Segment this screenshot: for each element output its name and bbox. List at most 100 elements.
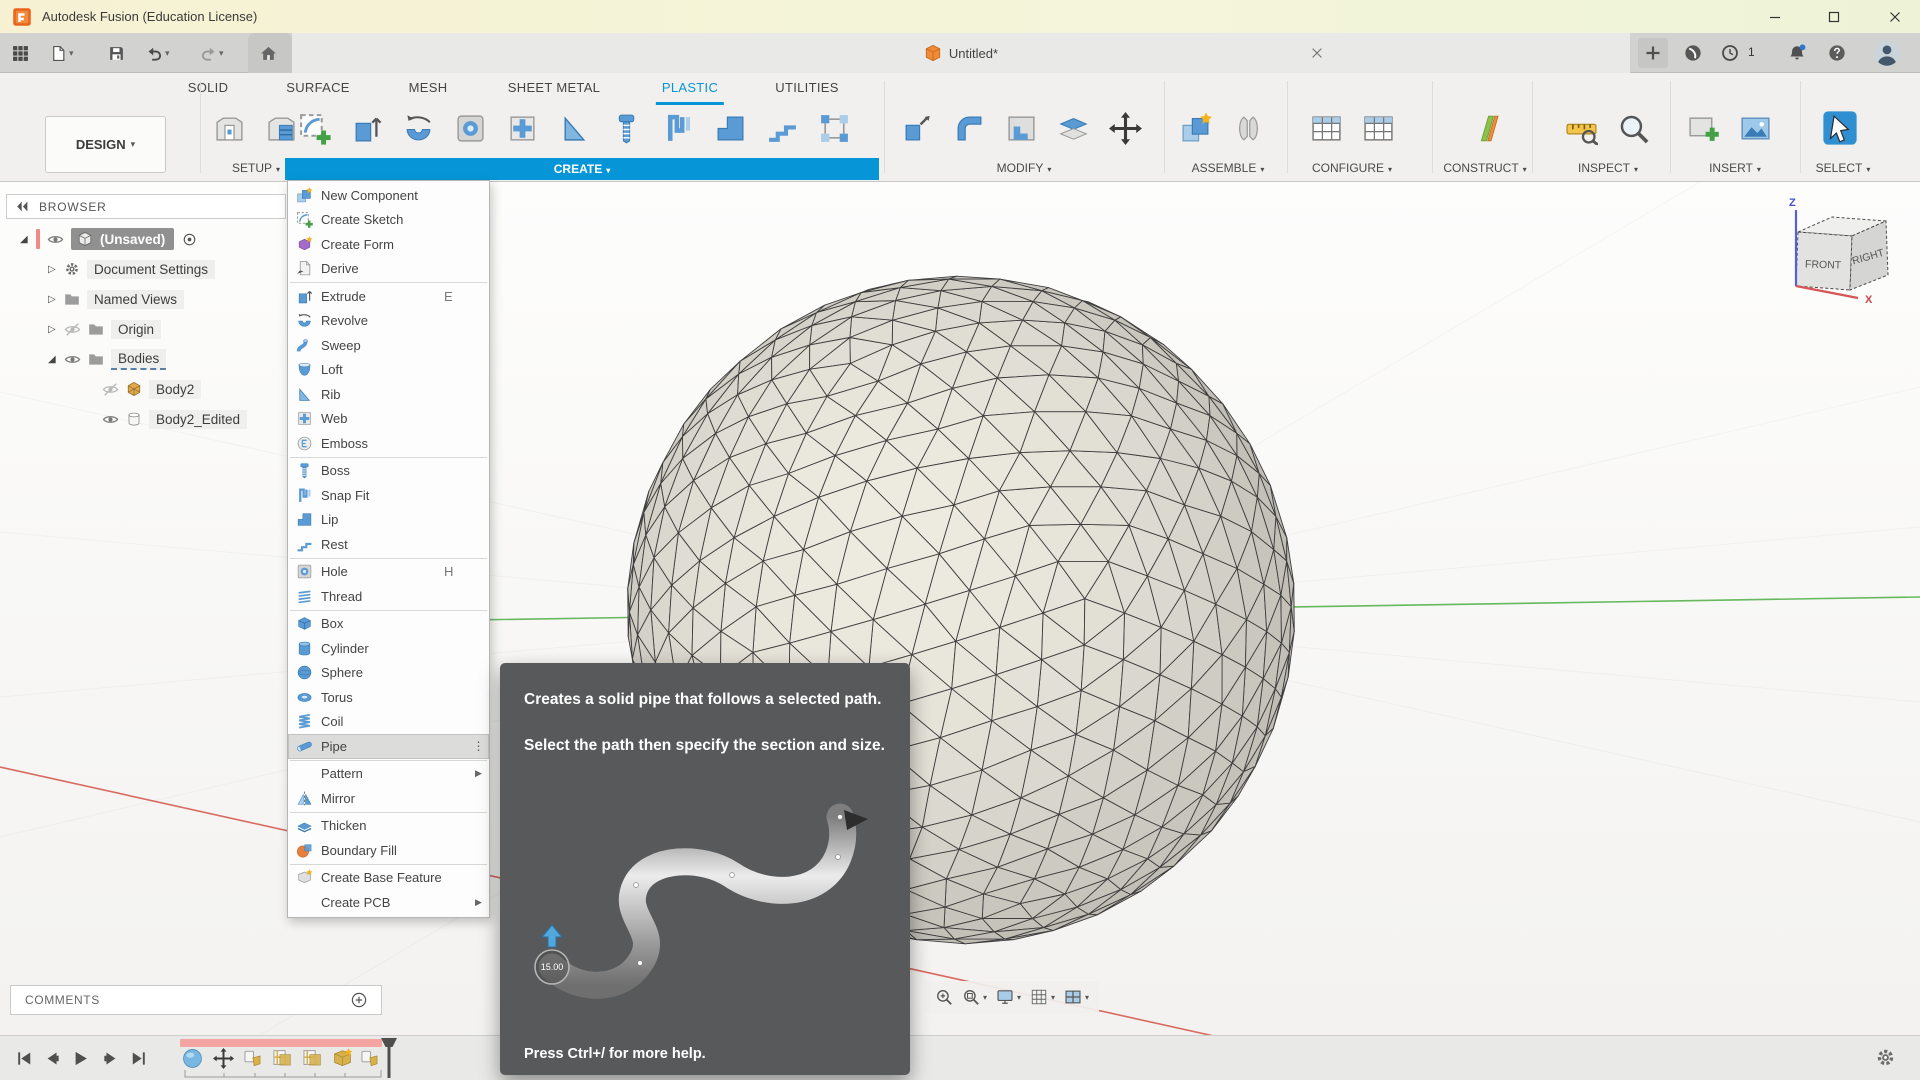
expander-open-icon[interactable]: ◢ [20,234,36,245]
expander-closed-icon[interactable]: ▷ [48,264,64,275]
play-button[interactable] [72,1049,90,1067]
tool-rest-icon[interactable] [763,109,801,147]
group-dropdown-select[interactable]: SELECT▾ [1816,158,1871,179]
group-dropdown-assemble[interactable]: ASSEMBLE▾ [1192,158,1265,179]
view-cube[interactable]: FRONTRIGHTZX [1768,192,1920,304]
tool-hole-icon[interactable] [451,109,489,147]
settings-gear-icon[interactable] [1875,1047,1896,1068]
ribbon-tab-sheet-metal[interactable]: SHEET METAL [508,73,600,103]
timeline-playhead[interactable] [380,1037,398,1079]
menu-item-thicken[interactable]: Thicken [288,814,489,839]
group-dropdown-create-open[interactable]: CREATE▾ [285,158,879,180]
tool-machine-a-icon[interactable] [210,109,248,147]
document-tab[interactable]: Untitled* [924,44,998,62]
tool-split-icon[interactable] [1054,109,1092,147]
design-menu-button[interactable]: DESIGN ▾ [45,116,166,173]
menu-item-rest[interactable]: Rest [288,532,489,557]
ribbon-tab-plastic[interactable]: PLASTIC [662,73,718,103]
step-forward-button[interactable] [102,1049,120,1067]
menu-item-boundary-fill[interactable]: Boundary Fill [288,838,489,863]
timeline-feature-tl-sphere[interactable] [182,1047,204,1069]
browser-row--unsaved-[interactable]: ◢ (Unsaved) [6,224,286,254]
overflow-dots-icon[interactable]: ⋮ [472,739,485,753]
grid-and-snaps-button[interactable]: ▾ [1030,988,1055,1006]
menu-item-snap-fit[interactable]: Snap Fit [288,483,489,508]
collapse-panel-icon[interactable] [16,200,29,213]
comments-bar[interactable]: COMMENTS [10,985,382,1015]
group-dropdown-construct[interactable]: CONSTRUCT▾ [1443,158,1526,179]
visibility-eye-off-icon[interactable] [64,321,81,338]
viewports-button[interactable]: ▾ [1064,988,1089,1006]
menu-item-mirror[interactable]: Mirror [288,786,489,811]
tool-extrude-icon[interactable] [347,109,385,147]
tool-inspect-zoom-icon[interactable] [1614,109,1652,147]
close-button[interactable] [1866,0,1920,33]
expander-closed-icon[interactable]: ▷ [48,324,64,335]
expander-open-icon[interactable]: ◢ [48,354,64,365]
tool-press-pull-icon[interactable] [898,109,936,147]
new-tab-button[interactable] [1638,38,1668,68]
app-grid-menu-button[interactable] [12,33,29,73]
menu-item-create-form[interactable]: Create Form [288,232,489,257]
menu-item-thread[interactable]: Thread [288,584,489,609]
group-dropdown-inspect[interactable]: INSPECT▾ [1578,158,1638,179]
menu-item-rib[interactable]: Rib [288,382,489,407]
tool-config-table-icon[interactable] [1307,109,1345,147]
tool-joint-icon[interactable] [1229,109,1267,147]
activate-target-icon[interactable] [182,232,197,247]
group-dropdown-configure[interactable]: CONFIGURE▾ [1312,158,1392,179]
save-button[interactable] [108,33,125,73]
group-dropdown-modify[interactable]: MODIFY▾ [997,158,1052,179]
menu-item-loft[interactable]: Loft [288,358,489,383]
ribbon-tab-utilities[interactable]: UTILITIES [775,73,838,103]
ribbon-tab-solid[interactable]: SOLID [188,73,229,103]
skip-start-button[interactable] [16,1049,34,1067]
tool-lip-icon[interactable] [711,109,749,147]
group-dropdown-insert[interactable]: INSERT▾ [1709,158,1761,179]
tool-select-cursor-icon[interactable] [1821,109,1859,147]
tool-fillet-icon[interactable] [950,109,988,147]
ribbon-tab-surface[interactable]: SURFACE [286,73,350,103]
menu-item-create-sketch[interactable]: Create Sketch [288,208,489,233]
menu-item-pipe[interactable]: Pipe⋮ [288,734,489,759]
tool-move-icon[interactable] [1106,109,1144,147]
visibility-eye-icon[interactable] [64,351,81,368]
visibility-eye-icon[interactable] [47,231,64,248]
profile-button[interactable] [1872,38,1902,68]
menu-item-emboss[interactable]: Emboss [288,431,489,456]
timeline-feature-tl-op-a[interactable] [243,1047,265,1069]
tool-insert-image-icon[interactable] [1736,109,1774,147]
menu-item-pattern[interactable]: Pattern▶ [288,762,489,787]
group-dropdown-setup[interactable]: SETUP▾ [232,158,280,179]
maximize-button[interactable] [1805,0,1863,33]
menu-item-cylinder[interactable]: Cylinder [288,636,489,661]
root-document-label[interactable]: (Unsaved) [71,228,174,250]
timeline-feature-move[interactable] [213,1047,235,1069]
menu-item-box[interactable]: Box [288,612,489,637]
menu-item-create-pcb[interactable]: Create PCB▶ [288,890,489,915]
tool-config-table-icon[interactable] [1359,109,1397,147]
menu-item-web[interactable]: Web [288,407,489,432]
add-comment-icon[interactable] [351,992,367,1008]
tool-rib-icon[interactable] [555,109,593,147]
help-button[interactable] [1822,38,1852,68]
notifications-button[interactable] [1782,38,1812,68]
browser-row-origin[interactable]: ▷Origin [6,314,286,344]
menu-item-sphere[interactable]: Sphere [288,661,489,686]
menu-item-boss[interactable]: Boss [288,459,489,484]
minimize-button[interactable] [1746,0,1804,33]
browser-row-document-settings[interactable]: ▷Document Settings [6,254,286,284]
browser-row-named-views[interactable]: ▷Named Views [6,284,286,314]
extensions-button[interactable] [1678,38,1708,68]
display-settings-button[interactable]: ▾ [996,988,1021,1006]
ribbon-tab-mesh[interactable]: MESH [409,73,448,103]
tool-construct-plane-icon[interactable] [1467,109,1505,147]
home-button[interactable] [260,33,277,73]
menu-item-hole[interactable]: HoleH [288,560,489,585]
visibility-eye-off-icon[interactable] [102,381,119,398]
timeline-feature-tl-op-b[interactable] [302,1047,324,1069]
expander-closed-icon[interactable]: ▷ [48,294,64,305]
tool-create-sketch-icon[interactable] [295,109,333,147]
tool-snap-fit-icon[interactable] [659,109,697,147]
timeline-feature-tl-op-c[interactable] [332,1047,354,1069]
